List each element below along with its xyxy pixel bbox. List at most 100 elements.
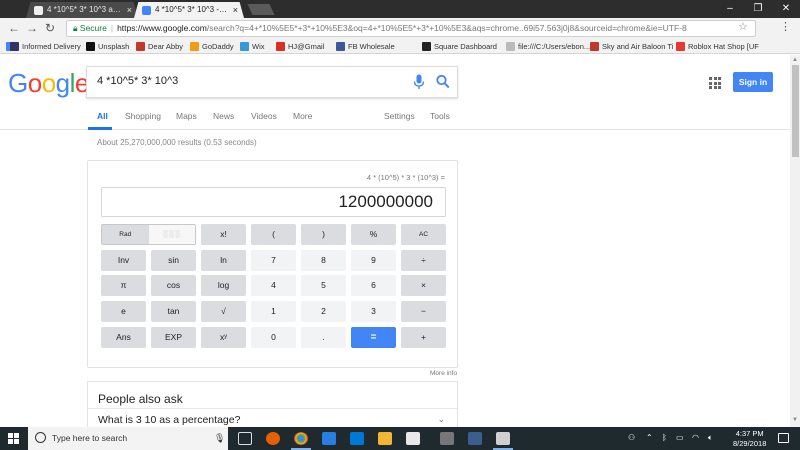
- tab-all[interactable]: All: [97, 111, 108, 121]
- close-window-icon[interactable]: ✕: [772, 0, 800, 18]
- taskbar-search[interactable]: Type here to search 🎙︎: [28, 427, 228, 450]
- search-input[interactable]: 4 *10^5* 3* 10^3: [97, 75, 178, 87]
- scroll-up-icon[interactable]: ▲: [792, 57, 798, 63]
- minimize-icon[interactable]: –: [716, 0, 744, 18]
- tab-more[interactable]: More: [293, 111, 312, 121]
- tab-settings[interactable]: Settings: [384, 111, 415, 121]
- edge-icon[interactable]: [322, 432, 336, 445]
- browser-tab-1[interactable]: 4 *10^5* 3* 10^3 aASAP ×: [26, 2, 138, 18]
- tab-tools[interactable]: Tools: [430, 111, 450, 121]
- volume-icon[interactable]: 🔈︎: [708, 433, 713, 443]
- decimal-button[interactable]: .: [301, 327, 346, 348]
- microphone-icon[interactable]: 🎙︎: [214, 433, 225, 444]
- close-paren-button[interactable]: ): [301, 224, 346, 245]
- digit-1-button[interactable]: 1: [251, 301, 296, 322]
- all-clear-button[interactable]: AC: [401, 224, 446, 245]
- back-icon[interactable]: ←: [6, 20, 22, 36]
- bookmark-fb-wholesale[interactable]: FB Wholesale: [336, 41, 395, 52]
- bookmark-gmail[interactable]: HJ@Gmail: [276, 41, 324, 52]
- percent-button[interactable]: %: [351, 224, 396, 245]
- bookmark-roblox-hat-shop[interactable]: Roblox Hat Shop [UF: [676, 41, 759, 52]
- store-icon[interactable]: [406, 432, 420, 445]
- more-info-link[interactable]: More info: [430, 370, 457, 377]
- google-apps-icon[interactable]: [709, 77, 721, 89]
- reload-icon[interactable]: ↻: [42, 20, 58, 36]
- inverse-button[interactable]: Inv: [101, 250, 146, 271]
- windows-start-icon[interactable]: [8, 433, 19, 444]
- notifications-icon[interactable]: [778, 433, 789, 443]
- file-explorer-icon[interactable]: [378, 432, 392, 445]
- chevron-down-icon[interactable]: ⌄: [437, 414, 445, 425]
- log-button[interactable]: log: [201, 275, 246, 296]
- open-paren-button[interactable]: (: [251, 224, 296, 245]
- bookmark-informed-delivery[interactable]: Informed Delivery: [10, 41, 81, 52]
- sign-in-button[interactable]: Sign in: [733, 72, 773, 92]
- factorial-button[interactable]: x!: [201, 224, 246, 245]
- cos-button[interactable]: cos: [151, 275, 196, 296]
- people-icon[interactable]: ⚇: [628, 433, 635, 442]
- tab-videos[interactable]: Videos: [251, 111, 277, 121]
- firefox-icon[interactable]: [266, 432, 280, 445]
- deg-button[interactable]: ░░░: [148, 225, 195, 244]
- calculator-app-icon[interactable]: [493, 432, 513, 450]
- digit-4-button[interactable]: 4: [251, 275, 296, 296]
- address-bar[interactable]: 🔒︎ Secure | https://www.google.com/search?…: [66, 20, 756, 37]
- bookmark-unsplash[interactable]: Unsplash: [86, 41, 129, 52]
- answer-button[interactable]: Ans: [101, 327, 146, 348]
- bookmark-godaddy[interactable]: GoDaddy: [190, 41, 234, 52]
- tab-maps[interactable]: Maps: [176, 111, 197, 121]
- multiply-button[interactable]: ×: [401, 275, 446, 296]
- equals-button[interactable]: =: [351, 327, 396, 348]
- chevron-up-icon[interactable]: ⌃: [646, 433, 653, 442]
- subtract-button[interactable]: −: [401, 301, 446, 322]
- digit-0-button[interactable]: 0: [251, 327, 296, 348]
- app-icon[interactable]: [468, 432, 482, 445]
- chrome-icon[interactable]: [291, 432, 311, 450]
- bookmark-sky-air-balloon[interactable]: Sky and Air Baloon Ti: [590, 41, 673, 52]
- system-clock[interactable]: 4:37 PM 8/29/2018: [733, 429, 766, 449]
- digit-6-button[interactable]: 6: [351, 275, 396, 296]
- bookmark-square-dashboard[interactable]: Square Dashboard: [422, 41, 497, 52]
- battery-icon[interactable]: ▭: [676, 433, 684, 442]
- close-tab-icon[interactable]: ×: [233, 2, 238, 18]
- microphone-icon[interactable]: [413, 74, 425, 90]
- digit-9-button[interactable]: 9: [351, 250, 396, 271]
- bookmark-wix[interactable]: Wix: [240, 41, 265, 52]
- sin-button[interactable]: sin: [151, 250, 196, 271]
- digit-3-button[interactable]: 3: [351, 301, 396, 322]
- bluetooth-icon[interactable]: ᛒ: [662, 433, 667, 442]
- browser-tab-2[interactable]: 4 *10^5* 3* 10^3 - Goog ×: [134, 2, 244, 18]
- mail-icon[interactable]: [350, 432, 364, 445]
- scrollbar-thumb[interactable]: [792, 65, 799, 157]
- wifi-icon[interactable]: ◠: [692, 433, 699, 442]
- divide-button[interactable]: ÷: [401, 250, 446, 271]
- ln-button[interactable]: ln: [201, 250, 246, 271]
- new-tab-button[interactable]: [247, 4, 275, 15]
- tan-button[interactable]: tan: [151, 301, 196, 322]
- restore-icon[interactable]: ❐: [744, 0, 772, 18]
- related-question[interactable]: What is 3 10 as a percentage?: [98, 414, 240, 426]
- power-button[interactable]: xʸ: [201, 327, 246, 348]
- pi-button[interactable]: π: [101, 275, 146, 296]
- chrome-menu-icon[interactable]: ⋮: [780, 20, 791, 33]
- euler-button[interactable]: e: [101, 301, 146, 322]
- task-view-icon[interactable]: [238, 432, 252, 445]
- close-tab-icon[interactable]: ×: [127, 2, 132, 18]
- google-logo[interactable]: Google: [8, 68, 89, 99]
- rad-button[interactable]: Rad: [102, 225, 149, 244]
- bookmark-local-file[interactable]: file:///C:/Users/ebon...: [506, 41, 590, 52]
- forward-icon[interactable]: →: [24, 20, 40, 36]
- digit-8-button[interactable]: 8: [301, 250, 346, 271]
- bookmark-dear-abby[interactable]: Dear Abby: [136, 41, 183, 52]
- digit-7-button[interactable]: 7: [251, 250, 296, 271]
- exp-button[interactable]: EXP: [151, 327, 196, 348]
- digit-5-button[interactable]: 5: [301, 275, 346, 296]
- tab-shopping[interactable]: Shopping: [125, 111, 161, 121]
- sqrt-button[interactable]: √: [201, 301, 246, 322]
- add-button[interactable]: +: [401, 327, 446, 348]
- bookmark-star-icon[interactable]: ☆: [738, 20, 748, 33]
- scroll-down-icon[interactable]: ▼: [792, 417, 798, 423]
- search-icon[interactable]: [436, 74, 450, 90]
- digit-2-button[interactable]: 2: [301, 301, 346, 322]
- tab-news[interactable]: News: [213, 111, 234, 121]
